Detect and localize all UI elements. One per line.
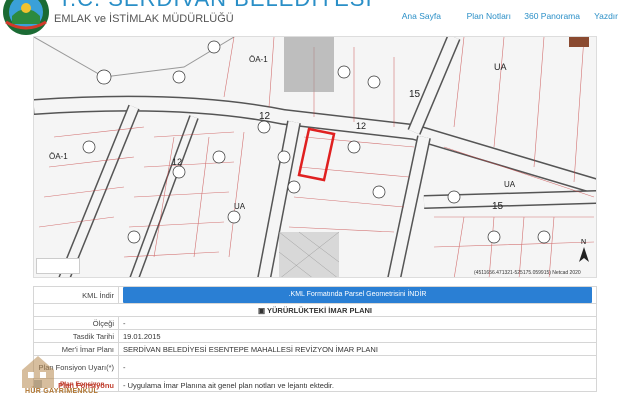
map-label-oa1-a: ÖA-1	[249, 55, 268, 64]
nav-360-panorama[interactable]: 360 Panorama	[524, 11, 580, 21]
watermark-house-icon	[22, 356, 54, 388]
olcegi-value: -	[118, 316, 597, 330]
nav-ana-sayfa[interactable]: Ana Sayfa	[402, 11, 441, 21]
table-row: KML İndir .KML Formatında Parsel Geometr…	[33, 286, 597, 304]
info-panel: KML İndir .KML Formatında Parsel Geometr…	[33, 286, 597, 415]
section-header: ▣ YÜRÜRLÜKTEKİ İMAR PLANI	[33, 303, 597, 317]
zoning-map-drawing[interactable]: ÖA-1 UA ÖA-1 UA UA 12 12 12 15 15 N (451…	[34, 37, 597, 278]
map-coordinates: (4511656.471321-525175.059915) Netcad 20…	[474, 270, 581, 276]
watermark-text-1: Plan Fonsiyon	[60, 381, 105, 388]
map-label-road-12-b: 12	[356, 121, 366, 131]
map-zoom-control[interactable]	[36, 258, 80, 274]
olcegi-label: Ölçeği	[33, 316, 119, 330]
table-row: Tasdik Tarihi 19.01.2015	[33, 329, 597, 343]
map-label-road-15-b: 15	[492, 201, 504, 212]
kml-cell: .KML Formatında Parsel Geometrisini İNDİ…	[118, 286, 597, 304]
tasdik-value: 19.01.2015	[118, 329, 597, 343]
plan-info-table: KML İndir .KML Formatında Parsel Geometr…	[33, 286, 597, 392]
zoning-map[interactable]: ÖA-1 UA ÖA-1 UA UA 12 12 12 15 15 N (451…	[33, 36, 597, 278]
section-title: YÜRÜRLÜKTEKİ İMAR PLANI	[267, 305, 373, 315]
table-row: Ölçeği -	[33, 316, 597, 330]
table-row: Plan Fonsiyonu - Uygulama İmar Planına a…	[33, 378, 597, 392]
page-header: T.C. SERDİVAN BELEDİYESİ EMLAK ve İSTİML…	[0, 0, 624, 36]
plan-adi-value: SERDİVAN BELEDİYESİ ESENTEPE MAHALLESİ R…	[118, 342, 597, 356]
map-label-ua-c: UA	[504, 180, 516, 189]
map-label-road-12-a: 12	[259, 111, 271, 122]
page-title: T.C. SERDİVAN BELEDİYESİ	[58, 0, 373, 12]
table-row: Plan Fonsiyon Uyarı(*) -	[33, 355, 597, 379]
page-subtitle: EMLAK ve İSTİMLAK MÜDÜRLÜĞÜ	[54, 13, 234, 25]
fonsiyon-value: - Uygulama İmar Planına ait genel plan n…	[118, 378, 597, 392]
map-label-road-15-a: 15	[409, 89, 421, 100]
map-label-ua-b: UA	[234, 202, 246, 211]
table-row: Mer'i İmar Planı SERDİVAN BELEDİYESİ ESE…	[33, 342, 597, 356]
map-thumbnail[interactable]	[569, 37, 589, 47]
table-row: ▣ YÜRÜRLÜKTEKİ İMAR PLANI	[33, 303, 597, 317]
kml-download-button[interactable]: .KML Formatında Parsel Geometrisini İNDİ…	[123, 287, 592, 303]
map-label-ua-a: UA	[494, 62, 507, 72]
kml-label: KML İndir	[33, 286, 119, 304]
map-label-road-12-c: 12	[172, 157, 182, 167]
map-label-oa1-b: ÖA-1	[49, 152, 68, 161]
watermark-text-2: HÜR GAYRİMENKUL	[25, 388, 99, 395]
tasdik-label: Tasdik Tarihi	[33, 329, 119, 343]
uyari-value: -	[118, 355, 597, 379]
nav-plan-notlari[interactable]: Plan Notları	[467, 11, 511, 21]
nav-yazdir[interactable]: Yazdır	[594, 11, 618, 21]
section-icon: ▣	[257, 305, 268, 315]
north-label: N	[581, 239, 586, 246]
municipality-logo[interactable]	[2, 0, 50, 36]
